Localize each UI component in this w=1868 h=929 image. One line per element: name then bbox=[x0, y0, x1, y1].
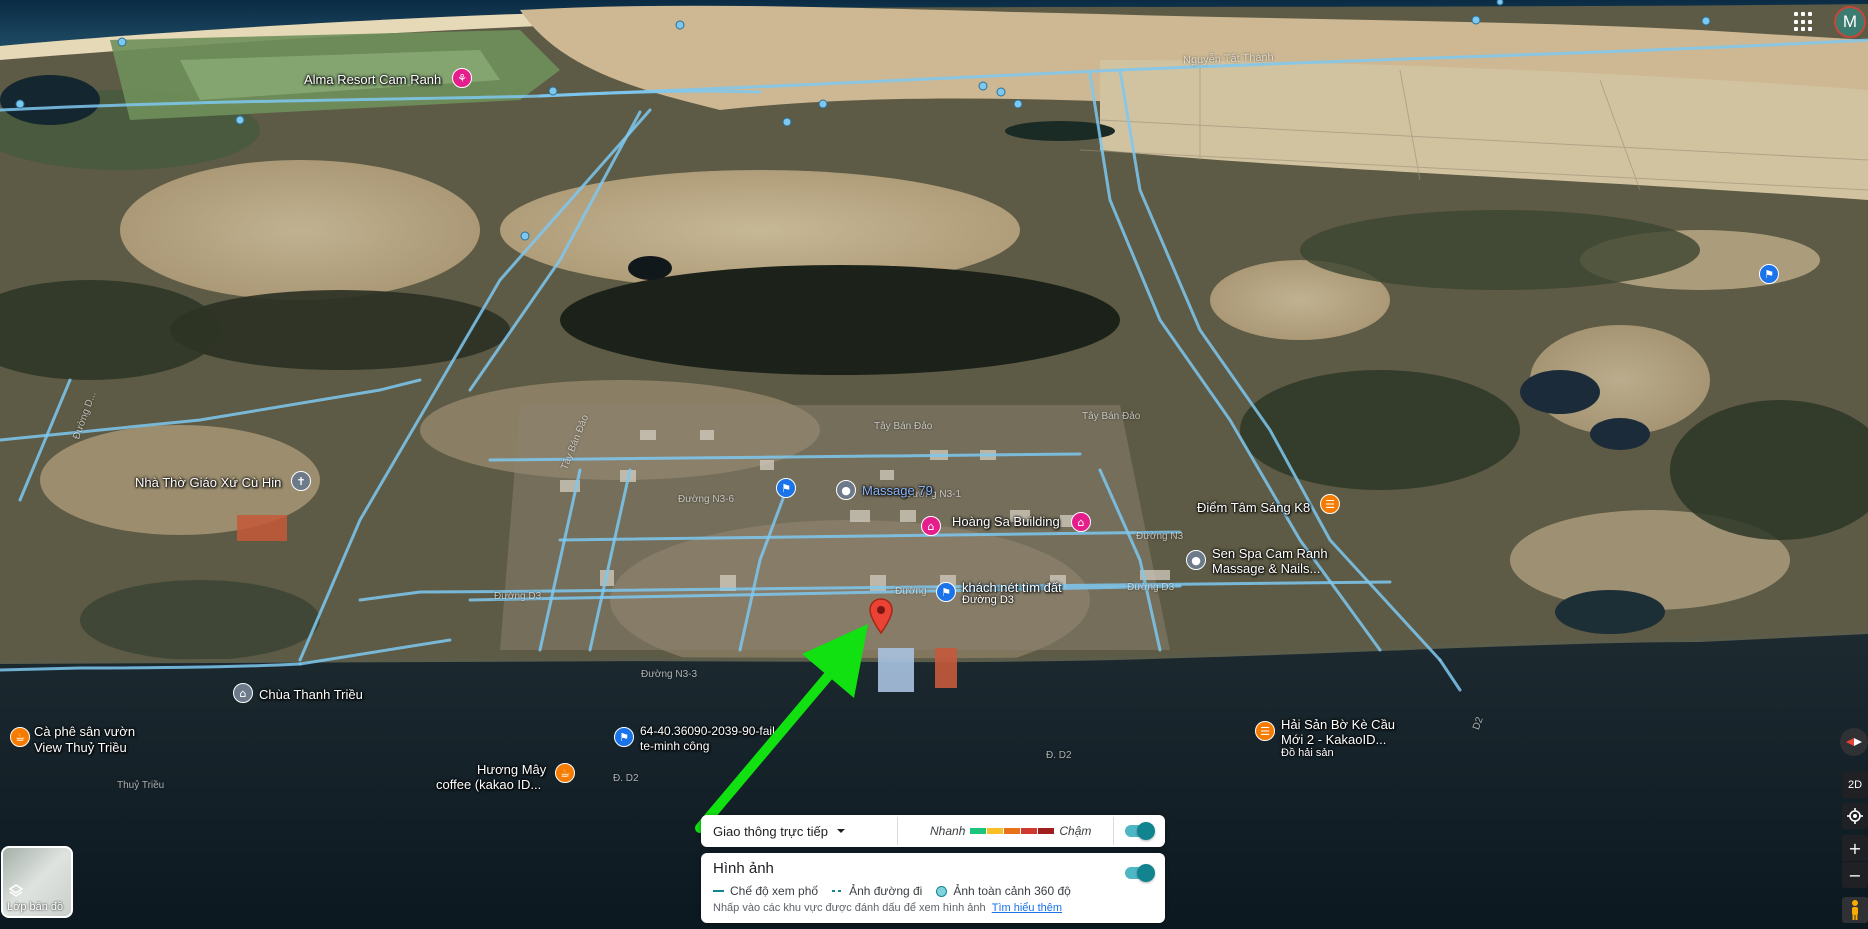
street-view-line-icon bbox=[713, 890, 724, 892]
imagery-title: Hình ảnh bbox=[713, 860, 774, 877]
restaurant-icon[interactable]: ☰ bbox=[1255, 721, 1275, 741]
road-label-duong-n3-6: Đường N3-6 bbox=[678, 494, 735, 505]
poi-label-ca-phe-san-vuon-line2[interactable]: View Thuỷ Triều bbox=[34, 740, 127, 755]
my-location-icon bbox=[1847, 808, 1863, 824]
compass-button[interactable] bbox=[1840, 728, 1868, 756]
cafe-icon[interactable]: ☕ bbox=[555, 763, 575, 783]
traffic-fast-label: Nhanh bbox=[930, 824, 966, 838]
poi-label-ca-phe-san-vuon[interactable]: Cà phê sân vườn bbox=[34, 724, 135, 739]
zoom-in-icon: + bbox=[1848, 838, 1862, 858]
flag-icon[interactable]: ⚑ bbox=[776, 478, 796, 498]
layers-icon bbox=[9, 884, 23, 897]
hotel-icon[interactable]: ⌂ bbox=[1071, 512, 1091, 532]
imagery-note: Nhấp vào các khu vực được đánh dấu để xe… bbox=[713, 902, 986, 914]
traffic-scale-swatch bbox=[1004, 828, 1021, 834]
poi-label-massage-79[interactable]: Massage 79 bbox=[862, 483, 933, 498]
road-label-duong-d3: Đường bbox=[895, 586, 927, 597]
poi-label-hai-san[interactable]: Hải Sản Bờ Kè Cầu bbox=[1281, 717, 1395, 732]
temple-icon[interactable]: ⌂ bbox=[233, 683, 253, 703]
imagery-note-row: Nhấp vào các khu vực được đánh dấu để xe… bbox=[713, 902, 1062, 914]
poi-label-huong-may-line2[interactable]: coffee (kakao ID... bbox=[436, 777, 541, 792]
legend-street-view: Chế độ xem phố bbox=[730, 884, 819, 898]
spa-icon[interactable]: ● bbox=[836, 480, 856, 500]
avatar-letter: M bbox=[1842, 12, 1858, 31]
view-2d-button[interactable]: 2D bbox=[1842, 772, 1868, 798]
zoom-out-icon: − bbox=[1848, 865, 1862, 885]
pegman-icon bbox=[1852, 900, 1858, 920]
traffic-dropdown[interactable]: Giao thông trực tiếp bbox=[713, 815, 846, 847]
traffic-color-scale bbox=[970, 828, 1055, 834]
road-label-duong-d3: Đường D3 bbox=[494, 591, 542, 602]
traffic-scale-swatch bbox=[1021, 828, 1038, 834]
traffic-slow-label: Chậm bbox=[1059, 824, 1092, 838]
satellite-map[interactable] bbox=[0, 0, 1868, 929]
hotel-icon[interactable]: ⌂ bbox=[921, 516, 941, 536]
resort-icon[interactable]: ⚘ bbox=[452, 68, 472, 88]
poi-label-hoang-sa-building[interactable]: Hoàng Sa Building bbox=[952, 514, 1060, 529]
road-label-duong-d3: Đường D3 bbox=[1127, 582, 1175, 593]
compass-icon bbox=[1846, 738, 1862, 746]
layers-label: Lớp bản đồ bbox=[7, 901, 64, 913]
cafe-icon[interactable]: ☕ bbox=[10, 727, 30, 747]
path-photo-dashed-icon bbox=[832, 890, 844, 892]
legend-path-photo: Ảnh đường đi bbox=[849, 884, 923, 898]
restaurant-icon[interactable]: ☰ bbox=[1320, 494, 1340, 514]
church-icon[interactable]: ✝ bbox=[291, 471, 311, 491]
imagery-toggle[interactable] bbox=[1125, 864, 1155, 882]
traffic-panel: Giao thông trực tiếp Nhanh Chậm bbox=[701, 815, 1165, 847]
poi-label-khach-net-tim-dat[interactable]: khách nét tìm đất bbox=[962, 580, 1062, 595]
panorama-dot-icon bbox=[936, 885, 948, 897]
pegman-button[interactable] bbox=[1842, 897, 1868, 923]
imagery-panel: Hình ảnh Chế độ xem phố Ảnh đường đi Ảnh… bbox=[701, 853, 1165, 923]
poi-label-sen-spa[interactable]: Sen Spa Cam Ranh bbox=[1212, 546, 1328, 561]
divider bbox=[1113, 817, 1114, 845]
poi-sublabel-hai-san: Đồ hải sản bbox=[1281, 747, 1334, 759]
road-label-d-d2: Đ. D2 bbox=[613, 773, 639, 784]
flag-icon[interactable]: ⚑ bbox=[614, 727, 634, 747]
poi-label-sen-spa-line2[interactable]: Massage & Nails... bbox=[1212, 561, 1320, 576]
divider bbox=[897, 817, 898, 845]
road-label-tay-ban-dao: Tây Bán Đảo bbox=[874, 421, 933, 432]
poi-label-chua-thanh-trieu[interactable]: Chùa Thanh Triều bbox=[259, 687, 363, 702]
poi-label-church[interactable]: Nhà Thờ Giáo Xứ Cù Hin bbox=[135, 475, 281, 490]
flag-icon[interactable]: ⚑ bbox=[936, 582, 956, 602]
traffic-scale-swatch bbox=[970, 828, 987, 834]
road-label-thuy-trieu: Thuỷ Triều bbox=[117, 780, 165, 791]
imagery-legend: Chế độ xem phố Ảnh đường đi Ảnh toàn cản… bbox=[713, 884, 1071, 898]
layers-button[interactable]: Lớp bản đồ bbox=[1, 846, 73, 918]
my-location-button[interactable] bbox=[1842, 803, 1868, 829]
road-label-duong-n3: Đường N3 bbox=[1136, 531, 1184, 542]
spa-icon[interactable]: ● bbox=[1186, 550, 1206, 570]
poi-label-alma-resort[interactable]: Alma Resort Cam Ranh bbox=[304, 72, 441, 87]
road-label-duong-n3-3: Đường N3-3 bbox=[641, 669, 698, 680]
poi-sublabel-khach-net-tim-dat: Đường D3 bbox=[962, 594, 1014, 606]
account-avatar[interactable]: M bbox=[1834, 6, 1866, 38]
apps-grid-icon[interactable] bbox=[1794, 12, 1814, 32]
road-label-tay-ban-dao: Tây Bán Đảo bbox=[1082, 411, 1141, 422]
road-label-d-d2: Đ. D2 bbox=[1046, 750, 1072, 761]
view-2d-label: 2D bbox=[1847, 779, 1863, 791]
poi-label-huong-may[interactable]: Hương Mây bbox=[477, 762, 546, 777]
caret-down-icon bbox=[836, 829, 845, 833]
flag-icon[interactable]: ⚑ bbox=[1759, 264, 1779, 284]
traffic-scale-swatch bbox=[987, 828, 1004, 834]
traffic-speed-legend: Nhanh Chậm bbox=[930, 815, 1091, 847]
zoom-in-button[interactable]: + bbox=[1842, 835, 1868, 861]
learn-more-link[interactable]: Tìm hiểu thêm bbox=[992, 902, 1062, 914]
traffic-dropdown-label: Giao thông trực tiếp bbox=[713, 823, 828, 839]
annotation-arrow bbox=[695, 624, 868, 833]
poi-label-diem-tam-sang[interactable]: Điểm Tâm Sáng K8 bbox=[1197, 500, 1310, 515]
poi-label-hai-san-line2[interactable]: Mới 2 - KakaoID... bbox=[1281, 732, 1386, 747]
traffic-toggle[interactable] bbox=[1125, 822, 1155, 840]
zoom-out-button[interactable]: − bbox=[1842, 862, 1868, 888]
legend-panorama-360: Ảnh toàn cảnh 360 độ bbox=[953, 884, 1071, 898]
traffic-scale-swatch bbox=[1038, 828, 1055, 834]
